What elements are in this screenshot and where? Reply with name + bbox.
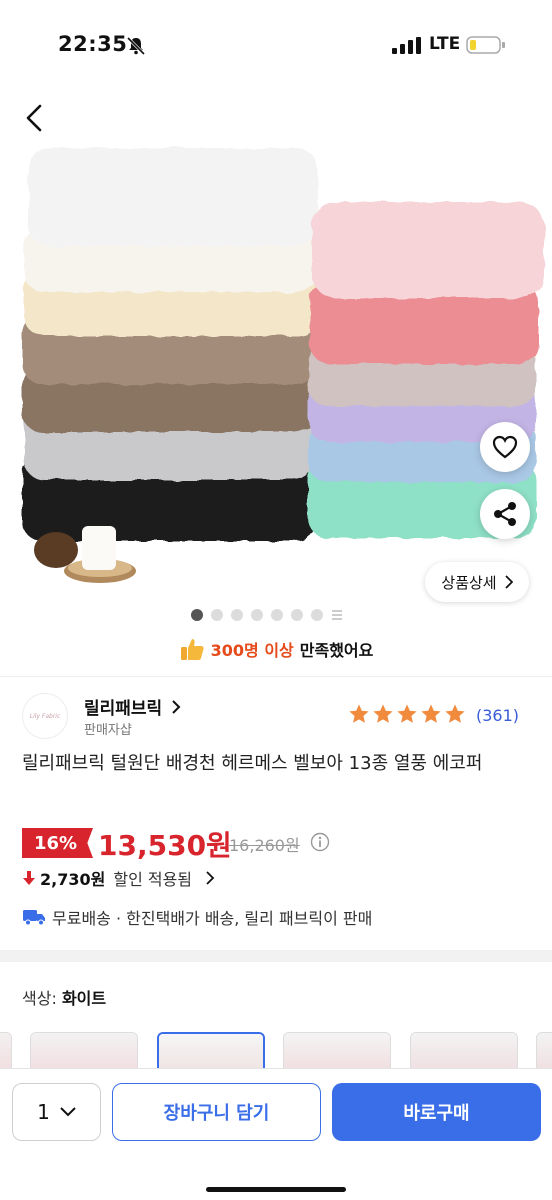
satisfaction-count: 300명 이상	[210, 641, 294, 660]
chevron-right-icon	[206, 871, 215, 885]
star-icon	[445, 704, 465, 723]
status-bar: 22:35 LTE	[0, 0, 552, 90]
signal-icon	[392, 37, 421, 54]
chevron-right-icon	[504, 575, 513, 589]
color-option-label: 색상: 화이트	[22, 985, 106, 1009]
review-count-link[interactable]: (361)	[476, 706, 519, 725]
wishlist-button[interactable]	[480, 422, 530, 472]
add-to-cart-button[interactable]: 장바구니 담기	[112, 1083, 321, 1141]
seller-logo-text: Lily Fabric	[29, 712, 61, 720]
quantity-select[interactable]: 1	[12, 1083, 101, 1141]
pager-dot[interactable]	[251, 609, 263, 621]
discount-amount: 2,730원	[40, 870, 106, 889]
chevron-right-icon	[172, 700, 181, 714]
star-icon	[397, 704, 417, 723]
product-photo	[22, 148, 544, 583]
discount-label: 할인 적용됨	[113, 870, 193, 889]
seller-name: 릴리패브릭	[84, 699, 163, 719]
product-image[interactable]	[0, 90, 552, 630]
bell-off-icon	[126, 36, 146, 56]
back-button[interactable]	[16, 100, 52, 136]
star-icon	[349, 704, 369, 723]
buy-now-button[interactable]: 바로구매	[332, 1083, 541, 1141]
bottom-action-bar: 1 장바구니 담기 바로구매	[0, 1068, 552, 1200]
seller-name-link[interactable]: 릴리패브릭	[84, 694, 181, 719]
chevron-down-icon	[60, 1107, 76, 1117]
pager-dot[interactable]	[191, 609, 203, 621]
option-label: 색상:	[22, 989, 57, 1008]
product-detail-button[interactable]: 상품상세	[425, 562, 529, 602]
grid-icon[interactable]	[331, 609, 343, 621]
share-icon	[494, 502, 516, 526]
original-price: 16,260원	[229, 836, 300, 855]
arrow-down-icon	[23, 871, 35, 885]
product-detail-label: 상품상세	[441, 573, 497, 592]
star-icon	[421, 704, 441, 723]
info-icon[interactable]	[310, 832, 330, 852]
pager-dot[interactable]	[291, 609, 303, 621]
option-value: 화이트	[61, 989, 107, 1008]
star-icon	[373, 704, 393, 723]
thumbs-up-icon	[180, 639, 204, 660]
satisfaction-text: 만족했어요	[299, 641, 374, 660]
discount-detail-link[interactable]: 2,730원 할인 적용됨	[22, 866, 215, 890]
product-title: 릴리패브릭 털원단 배경천 헤르메스 벨보아 13종 열풍 에코퍼	[22, 753, 483, 774]
satisfaction-banner: 300명 이상 만족했어요	[0, 634, 552, 664]
pager-dot[interactable]	[311, 609, 323, 621]
sale-price: 13,530원	[98, 829, 232, 862]
image-pager[interactable]	[191, 607, 343, 623]
battery-icon	[466, 36, 505, 54]
shipping-info: 무료배송 · 한진택배가 배송, 릴리 패브릭이 판매	[22, 905, 372, 929]
network-label: LTE	[429, 34, 461, 54]
discount-badge: 16%	[22, 828, 93, 858]
truck-icon	[23, 910, 45, 926]
seller-logo[interactable]: Lily Fabric	[22, 693, 68, 739]
pager-dot[interactable]	[231, 609, 243, 621]
divider	[0, 676, 552, 677]
pager-dot[interactable]	[211, 609, 223, 621]
home-indicator[interactable]	[206, 1187, 346, 1192]
seller-type: 판매자샵	[84, 723, 132, 738]
chevron-left-icon	[26, 104, 42, 132]
share-button[interactable]	[480, 489, 530, 539]
rating-stars[interactable]	[348, 703, 466, 725]
section-divider	[0, 950, 552, 962]
status-time: 22:35	[58, 32, 128, 56]
heart-icon	[492, 435, 518, 459]
shipping-text: 무료배송 · 한진택배가 배송, 릴리 패브릭이 판매	[52, 909, 373, 928]
pager-dot[interactable]	[271, 609, 283, 621]
quantity-value: 1	[37, 1100, 50, 1124]
